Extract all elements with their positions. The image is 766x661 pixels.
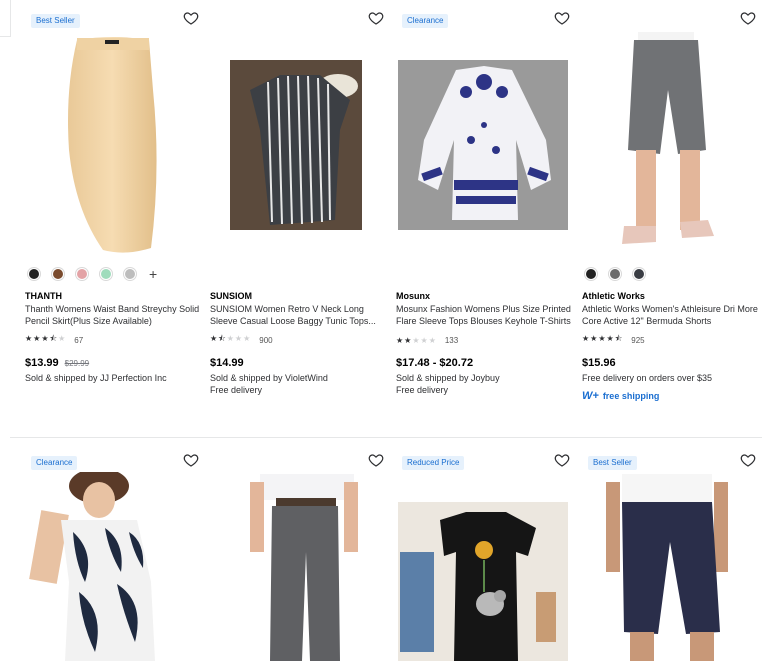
review-count: 133 bbox=[444, 335, 459, 345]
product-image-bermuda-shorts[interactable] bbox=[582, 30, 760, 260]
product-title[interactable]: Mosunx Fashion Womens Plus Size Printed … bbox=[396, 303, 574, 327]
reduced-price-badge: Reduced Price bbox=[402, 456, 465, 470]
best-seller-badge: Best Seller bbox=[31, 14, 80, 28]
rating: ★⯪★★★ 900 bbox=[210, 334, 388, 345]
swatch-gray[interactable] bbox=[125, 269, 135, 279]
rating: ★★★★⯪ 925 bbox=[582, 334, 760, 345]
product-image-cold-shoulder-top[interactable] bbox=[25, 472, 203, 661]
review-count: 67 bbox=[74, 335, 84, 345]
delivery-info: Free delivery bbox=[396, 385, 449, 395]
seller-info: Sold & shipped by JJ Perfection Inc bbox=[25, 373, 167, 383]
product-image-dress-pants[interactable] bbox=[210, 472, 388, 661]
walmart-plus-free-shipping: W+ free shipping bbox=[582, 390, 760, 402]
best-seller-badge: Best Seller bbox=[588, 456, 637, 470]
delivery-info: Free delivery bbox=[210, 385, 263, 395]
free-shipping-label: free shipping bbox=[602, 391, 660, 401]
seller-info: Sold & shipped by VioletWind bbox=[210, 373, 328, 383]
star-rating: ★★★★★ bbox=[396, 335, 437, 345]
walmart-plus-logo: W+ bbox=[582, 390, 599, 402]
swatch-black[interactable] bbox=[29, 269, 39, 279]
rating: ★★★⯪★ 67 bbox=[25, 334, 203, 345]
heart-icon[interactable] bbox=[554, 452, 570, 468]
was-price: $29.99 bbox=[64, 359, 90, 368]
color-swatches: + bbox=[29, 267, 157, 281]
review-count: 925 bbox=[631, 335, 645, 345]
heart-icon[interactable] bbox=[554, 10, 570, 26]
star-rating: ★⯪★★★ bbox=[210, 334, 252, 343]
more-colors-button[interactable]: + bbox=[149, 267, 157, 281]
product-image-flare-blouse[interactable] bbox=[396, 30, 574, 260]
swatch-pink[interactable] bbox=[77, 269, 87, 279]
clearance-badge: Clearance bbox=[31, 456, 78, 470]
delivery-info: Free delivery on orders over $35 bbox=[582, 373, 713, 383]
product-title[interactable]: SUNSIOM Women Retro V Neck Long Sleeve C… bbox=[210, 303, 388, 327]
heart-icon[interactable] bbox=[368, 10, 384, 26]
heart-icon[interactable] bbox=[183, 452, 199, 468]
star-rating: ★★★⯪★ bbox=[25, 334, 67, 343]
heart-icon[interactable] bbox=[740, 452, 756, 468]
swatch-black[interactable] bbox=[586, 269, 596, 279]
row-divider bbox=[10, 437, 762, 438]
product-image-capri-pants[interactable] bbox=[582, 472, 760, 661]
product-image-striped-tunic[interactable] bbox=[210, 30, 388, 260]
swatch-charcoal[interactable] bbox=[634, 269, 644, 279]
price: $17.48 - $20.72 bbox=[396, 357, 474, 369]
seller-info: Sold & shipped by Joybuy bbox=[396, 373, 500, 383]
price: $13.99 bbox=[25, 357, 59, 369]
swatch-gray[interactable] bbox=[610, 269, 620, 279]
swatch-mint[interactable] bbox=[101, 269, 111, 279]
clearance-badge: Clearance bbox=[402, 14, 449, 28]
heart-icon[interactable] bbox=[740, 10, 756, 26]
product-image-elephant-tshirt[interactable] bbox=[396, 472, 574, 661]
color-swatches bbox=[586, 269, 644, 279]
star-rating: ★★★★⯪ bbox=[582, 334, 624, 343]
brand-name: THANTH bbox=[25, 291, 62, 301]
review-count: 900 bbox=[259, 335, 273, 345]
swatch-brown[interactable] bbox=[53, 269, 63, 279]
left-panel-edge bbox=[0, 0, 11, 37]
brand-name: Mosunx bbox=[396, 291, 431, 301]
price: $14.99 bbox=[210, 357, 244, 369]
heart-icon[interactable] bbox=[183, 10, 199, 26]
brand-name: SUNSIOM bbox=[210, 291, 253, 301]
product-title[interactable]: Athletic Works Women's Athleisure Dri Mo… bbox=[582, 303, 760, 327]
product-image-pencil-skirt[interactable] bbox=[25, 30, 203, 260]
product-title[interactable]: Thanth Womens Waist Band Streychy Solid … bbox=[25, 303, 203, 327]
heart-icon[interactable] bbox=[368, 452, 384, 468]
price: $15.96 bbox=[582, 357, 616, 369]
rating: ★★★★★ 133 bbox=[396, 335, 574, 345]
brand-name: Athletic Works bbox=[582, 291, 645, 301]
